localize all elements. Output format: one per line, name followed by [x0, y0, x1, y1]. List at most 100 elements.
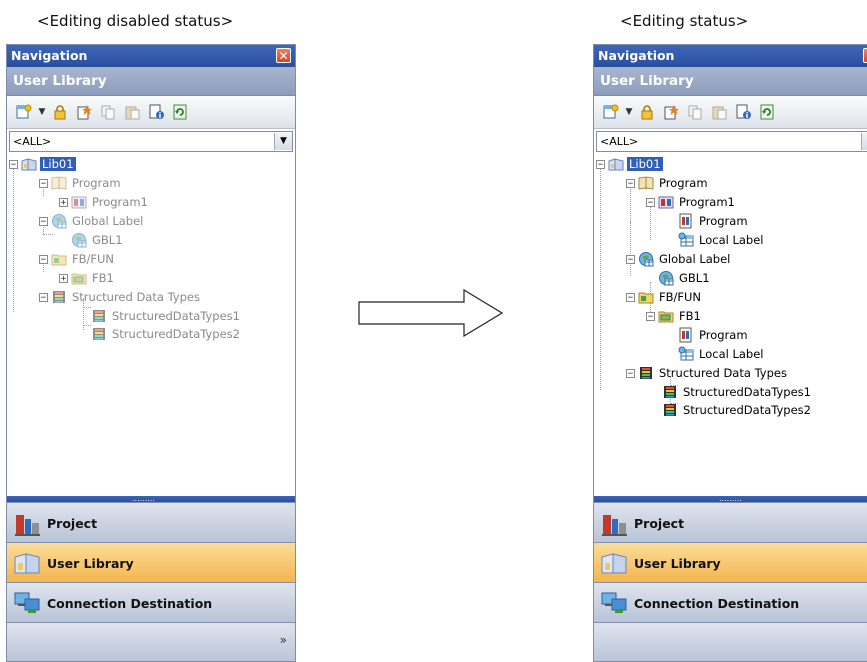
nav-footer: »	[594, 622, 867, 661]
close-icon[interactable]: ✕	[276, 48, 291, 63]
section-header: User Library	[7, 67, 295, 96]
chevron-double-down-icon[interactable]: »	[280, 633, 287, 647]
expand-icon[interactable]: +	[59, 197, 68, 207]
structured-data-icon	[91, 308, 107, 324]
tree-label: Program1	[679, 195, 735, 209]
tree-label: FB/FUN	[659, 290, 702, 304]
filter-select[interactable]: <ALL> ▼	[9, 131, 293, 152]
globe-icon	[51, 213, 67, 229]
library-icon	[608, 156, 624, 172]
expand-icon[interactable]: +	[59, 273, 68, 283]
tree-node-global-label[interactable]: − Global Label	[626, 250, 732, 268]
tree-node-sdt1[interactable]: StructuredDataTypes1	[91, 307, 242, 325]
nav-button-project[interactable]: Project	[7, 502, 295, 543]
collapse-icon[interactable]: −	[39, 292, 48, 302]
collapse-icon[interactable]: −	[39, 254, 48, 264]
nav-button-user-library[interactable]: User Library	[7, 542, 295, 583]
tree-node-fb1-local-label[interactable]: Local Label	[678, 345, 766, 363]
nav-label: Connection Destination	[634, 595, 800, 611]
tree-node-sdt2[interactable]: StructuredDataTypes2	[662, 401, 813, 419]
nav-label: User Library	[634, 555, 721, 571]
globe-icon	[638, 251, 654, 267]
tree-node-program1[interactable]: − Program1	[646, 193, 737, 211]
navigation-title: Navigation	[598, 48, 675, 63]
tree-label: Program	[699, 214, 748, 228]
copy-icon[interactable]	[684, 101, 706, 123]
paste-icon[interactable]	[708, 101, 730, 123]
collapse-icon[interactable]: −	[626, 254, 635, 264]
tree-label: Global Label	[72, 214, 144, 228]
new-item-icon[interactable]	[13, 101, 35, 123]
user-library-icon	[600, 549, 628, 577]
global-label-icon	[71, 232, 87, 248]
local-label-icon	[678, 232, 694, 248]
close-icon[interactable]: ✕	[863, 48, 867, 63]
add-new-data-icon[interactable]	[660, 101, 682, 123]
global-label-icon	[658, 270, 674, 286]
collapse-icon[interactable]: −	[626, 368, 635, 378]
collapse-icon[interactable]: −	[626, 292, 635, 302]
properties-icon[interactable]	[732, 101, 754, 123]
tree-node-lib01[interactable]: − Lib01	[9, 155, 76, 173]
structured-data-icon	[51, 289, 67, 305]
refresh-icon[interactable]	[756, 101, 778, 123]
nav-button-project[interactable]: Project	[594, 502, 867, 543]
filter-select[interactable]: <ALL> ▼	[596, 131, 867, 152]
tree-node-lib01[interactable]: − Lib01	[596, 155, 663, 173]
lock-icon[interactable]	[49, 101, 71, 123]
collapse-icon[interactable]: −	[646, 197, 655, 207]
paste-icon[interactable]	[121, 101, 143, 123]
lock-icon[interactable]	[636, 101, 658, 123]
navigation-panel-editing: Navigation ✕ User Library ▼ <ALL> ▼ − Li…	[593, 44, 867, 662]
tree-node-sdt1[interactable]: StructuredDataTypes1	[662, 383, 813, 401]
nav-button-user-library[interactable]: User Library	[594, 542, 867, 583]
structured-data-icon	[662, 402, 678, 418]
add-new-data-icon[interactable]	[73, 101, 95, 123]
tree-node-structured-data-types[interactable]: − Structured Data Types	[39, 288, 202, 306]
library-tree: − Lib01 − Program − Program1 Program Loc…	[594, 152, 867, 482]
tree-node-gbl1[interactable]: GBL1	[71, 231, 125, 249]
nav-button-connection-destination[interactable]: Connection Destination	[7, 582, 295, 623]
copy-icon[interactable]	[97, 101, 119, 123]
chevron-down-icon[interactable]: ▼	[274, 133, 292, 150]
tree-label: Lib01	[40, 157, 76, 171]
tree-label: FB/FUN	[72, 252, 115, 266]
tree-label: Local Label	[699, 347, 764, 361]
project-icon	[13, 509, 41, 537]
tree-node-fb1[interactable]: + FB1	[59, 269, 116, 287]
navigation-title-bar: Navigation ✕	[594, 45, 867, 67]
collapse-icon[interactable]: −	[39, 178, 48, 188]
tree-node-sdt2[interactable]: StructuredDataTypes2	[91, 325, 242, 343]
tree-node-program1-program[interactable]: Program	[678, 212, 750, 230]
tree-label: StructuredDataTypes1	[112, 309, 240, 323]
tree-node-fb1[interactable]: − FB1	[646, 307, 703, 325]
function-block-icon	[658, 308, 674, 324]
tree-node-program[interactable]: − Program	[39, 174, 123, 192]
chevron-down-icon[interactable]: ▼	[624, 107, 634, 117]
tree-node-fbfun[interactable]: − FB/FUN	[626, 288, 703, 306]
collapse-icon[interactable]: −	[626, 178, 635, 188]
tree-label: Program1	[92, 195, 148, 209]
refresh-icon[interactable]	[169, 101, 191, 123]
collapse-icon[interactable]: −	[39, 216, 48, 226]
tree-node-program1-local-label[interactable]: Local Label	[678, 231, 766, 249]
nav-label: Connection Destination	[47, 595, 213, 611]
collapse-icon[interactable]: −	[596, 159, 605, 169]
tree-node-program[interactable]: − Program	[626, 174, 710, 192]
collapse-icon[interactable]: −	[9, 159, 18, 169]
tree-node-fb1-program[interactable]: Program	[678, 326, 750, 344]
book-icon	[638, 175, 654, 191]
tree-node-global-label[interactable]: − Global Label	[39, 212, 145, 230]
tree-node-gbl1[interactable]: GBL1	[658, 269, 712, 287]
tree-node-program1[interactable]: + Program1	[59, 193, 150, 211]
chevron-down-icon[interactable]: ▼	[37, 107, 47, 117]
tree-node-structured-data-types[interactable]: − Structured Data Types	[626, 364, 789, 382]
folder-icon	[51, 251, 67, 267]
properties-icon[interactable]	[145, 101, 167, 123]
tree-node-fbfun[interactable]: − FB/FUN	[39, 250, 116, 268]
nav-button-connection-destination[interactable]: Connection Destination	[594, 582, 867, 623]
new-item-icon[interactable]	[600, 101, 622, 123]
chevron-down-icon[interactable]: ▼	[861, 133, 867, 150]
program-icon	[71, 194, 87, 210]
collapse-icon[interactable]: −	[646, 311, 655, 321]
